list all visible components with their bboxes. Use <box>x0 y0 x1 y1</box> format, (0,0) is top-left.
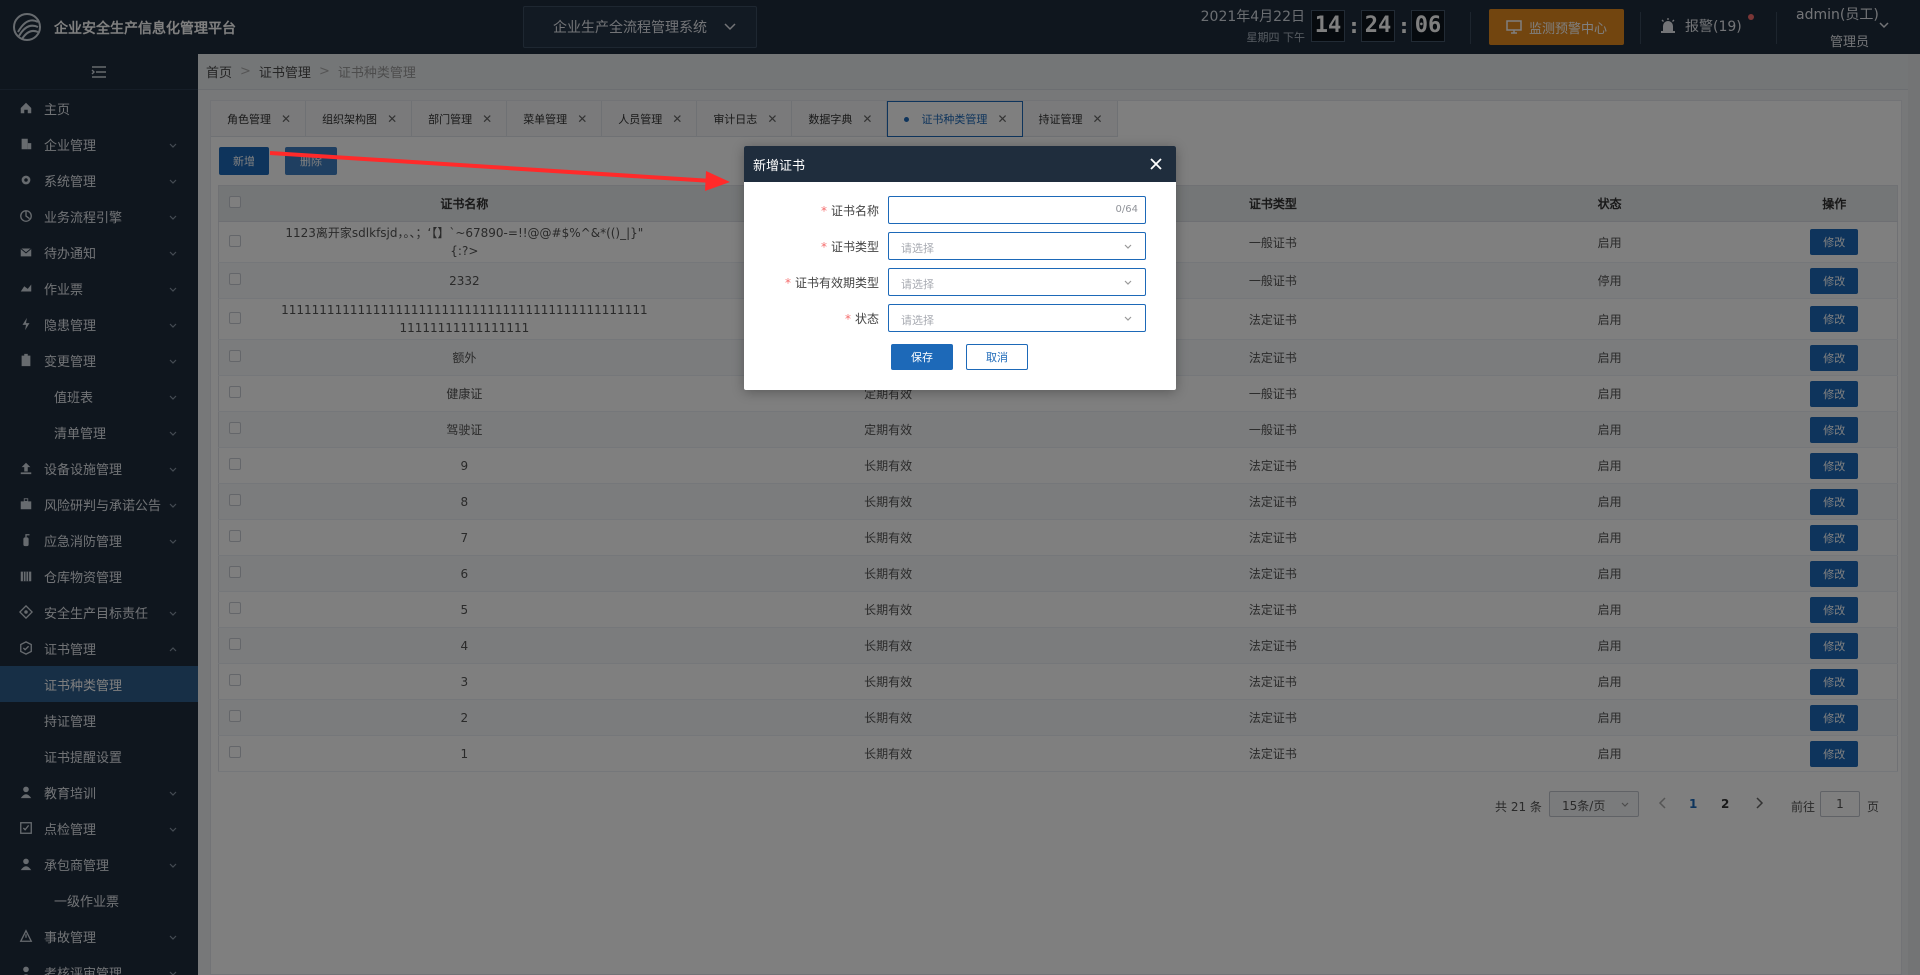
chevron-down-icon <box>1124 280 1132 285</box>
validity-type-select[interactable]: 请选择 <box>888 268 1146 296</box>
field-label: * 证书有效期类型 <box>784 276 879 290</box>
form-row-type: * 证书类型 请选择 <box>744 232 1176 260</box>
save-button[interactable]: 保存 <box>891 344 953 370</box>
cert-type-select[interactable]: 请选择 <box>888 232 1146 260</box>
dialog-title: 新增证书 <box>753 158 806 174</box>
chevron-down-icon <box>1124 244 1132 249</box>
field-label: * 证书名称 <box>820 204 879 218</box>
status-select[interactable]: 请选择 <box>888 304 1146 332</box>
field-label: * 证书类型 <box>820 240 879 254</box>
form-row-validity: * 证书有效期类型 请选择 <box>744 268 1176 296</box>
form-row-name: * 证书名称 0/64 <box>744 196 1176 224</box>
cancel-button[interactable]: 取消 <box>966 344 1028 370</box>
char-counter: 0/64 <box>1115 204 1138 215</box>
add-cert-dialog: 新增证书 * 证书名称 0/64 * 证书类型 请选择 * 证书有效期类型 请选择 *… <box>744 146 1176 390</box>
dialog-header: 新增证书 <box>744 146 1176 182</box>
field-label: * 状态 <box>844 312 879 326</box>
form-row-status: * 状态 请选择 <box>744 304 1176 332</box>
cert-name-input[interactable]: 0/64 <box>888 196 1146 224</box>
chevron-down-icon <box>1124 316 1132 321</box>
close-icon[interactable] <box>1148 156 1164 172</box>
